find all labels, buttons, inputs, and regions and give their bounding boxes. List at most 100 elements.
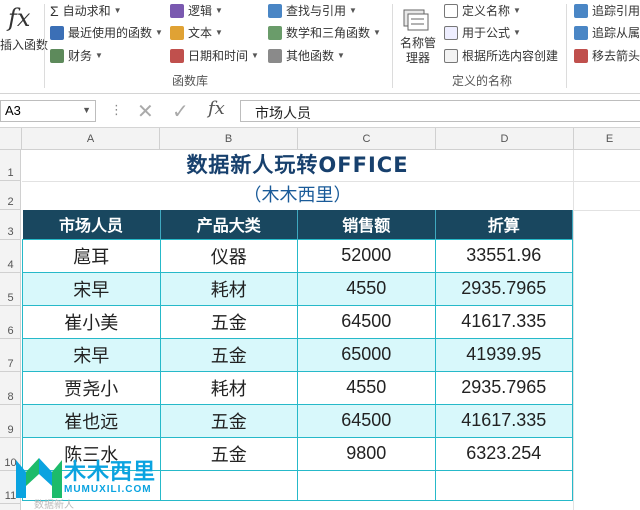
financial-button[interactable]: 财务 ▼	[50, 47, 103, 64]
table-cell[interactable]: 65000	[297, 337, 436, 372]
clock-icon	[170, 48, 184, 63]
table-cell[interactable]: 41939.95	[434, 337, 573, 372]
logical-icon	[170, 3, 184, 18]
remove-arrows-button[interactable]: 移去箭头	[574, 47, 640, 64]
table-cell[interactable]: 2935.7965	[434, 370, 573, 405]
table-cell[interactable]: 9800	[297, 436, 436, 471]
trace-dependents-button[interactable]: 追踪从属	[574, 24, 640, 41]
table-cell[interactable]: 41617.335	[434, 304, 573, 339]
row-header-3[interactable]: 3	[0, 210, 21, 240]
table-cell[interactable]: 耗材	[159, 271, 298, 306]
group-separator	[392, 4, 393, 88]
more-icon[interactable]: ⋮	[110, 102, 123, 118]
table-cell[interactable]	[159, 469, 298, 501]
name-manager-button[interactable]: 名称管理器	[398, 36, 438, 66]
table-cell[interactable]: 2935.7965	[434, 271, 573, 306]
column-header-e[interactable]: E	[574, 128, 640, 150]
lookup-button[interactable]: 查找与引用 ▼	[268, 2, 357, 19]
datetime-button[interactable]: 日期和时间 ▼	[170, 47, 259, 64]
watermark-subtitle: 数据新人	[34, 500, 74, 510]
chevron-down-icon: ▼	[95, 51, 103, 60]
table-cell[interactable]: 6323.254	[434, 436, 573, 471]
table-cell[interactable]: 41617.335	[434, 403, 573, 438]
table-cell[interactable]: 宋早	[22, 271, 161, 306]
chevron-down-icon: ▼	[349, 6, 357, 15]
recent-functions-button[interactable]: 最近使用的函数 ▼	[50, 24, 163, 41]
sheet-title[interactable]: 数据新人玩转OFFICE	[22, 150, 573, 180]
formula-bar: A3 ▼ ⋮ ✕ ✓ fx 市场人员	[0, 94, 640, 128]
table-cell[interactable]: 扈耳	[22, 238, 161, 273]
table-cell[interactable]: 64500	[297, 403, 436, 438]
row-header-1[interactable]: 1	[0, 150, 21, 181]
table-cell[interactable]: 耗材	[159, 370, 298, 405]
sheet-subtitle[interactable]: （木木西里）	[22, 181, 573, 209]
insert-function-button[interactable]: 插入函数	[0, 36, 48, 53]
chevron-down-icon[interactable]: ▼	[82, 105, 91, 115]
header-cell-category[interactable]: 产品大类	[160, 210, 298, 239]
table-cell[interactable]	[297, 469, 436, 501]
table-cell[interactable]: 4550	[297, 370, 436, 405]
row-header-9[interactable]: 9	[0, 405, 21, 438]
table-cell[interactable]: 五金	[159, 436, 298, 471]
header-cell-sales[interactable]: 销售额	[297, 210, 436, 239]
row-header-7[interactable]: 7	[0, 339, 21, 372]
column-headers: A B C D E	[0, 128, 640, 150]
sigma-icon: Σ	[50, 2, 59, 19]
row-header-4[interactable]: 4	[0, 240, 21, 273]
insert-function-icon[interactable]: fx	[208, 98, 225, 119]
formula-input[interactable]: 市场人员	[240, 100, 640, 122]
select-all-corner[interactable]	[0, 128, 22, 150]
table-cell[interactable]: 贾尧小	[22, 370, 161, 405]
table-cell[interactable]: 五金	[159, 337, 298, 372]
trace-dependents-icon	[574, 25, 588, 40]
lookup-icon	[268, 3, 282, 18]
table-cell[interactable]	[434, 469, 573, 501]
table-cell[interactable]: 五金	[159, 304, 298, 339]
column-header-b[interactable]: B	[160, 128, 298, 150]
formula-icon	[444, 25, 458, 40]
autosum-button[interactable]: Σ 自动求和 ▼	[50, 2, 122, 19]
table-cell[interactable]: 崔也远	[22, 403, 161, 438]
math-button[interactable]: 数学和三角函数 ▼	[268, 24, 381, 41]
chevron-down-icon: ▼	[215, 6, 223, 15]
star-icon	[50, 25, 64, 40]
column-header-a[interactable]: A	[22, 128, 160, 150]
header-cell-discount[interactable]: 折算	[435, 210, 573, 239]
table-cell[interactable]: 崔小美	[22, 304, 161, 339]
row-header-5[interactable]: 5	[0, 273, 21, 306]
row-header-2[interactable]: 2	[0, 181, 21, 210]
use-in-formula-button[interactable]: 用于公式 ▼	[444, 24, 521, 41]
function-library-group-label: 函数库	[172, 74, 209, 88]
chevron-down-icon: ▼	[215, 28, 223, 37]
group-separator	[44, 4, 45, 88]
logical-button[interactable]: 逻辑 ▼	[170, 2, 223, 19]
other-functions-button[interactable]: 其他函数 ▼	[268, 47, 345, 64]
define-name-button[interactable]: 定义名称 ▼	[444, 2, 521, 19]
trace-precedents-button[interactable]: 追踪引用	[574, 2, 640, 19]
check-icon[interactable]: ✓	[172, 99, 189, 124]
row-header-8[interactable]: 8	[0, 372, 21, 405]
financial-icon	[50, 48, 64, 63]
column-header-c[interactable]: C	[298, 128, 436, 150]
table-cell[interactable]: 4550	[297, 271, 436, 306]
table-cell[interactable]: 33551.96	[434, 238, 573, 273]
table-cell[interactable]: 宋早	[22, 337, 161, 372]
table-cell[interactable]: 52000	[297, 238, 436, 273]
cancel-icon[interactable]: ✕	[137, 99, 154, 124]
table-row: 扈耳 仪器 52000 33551.96	[22, 238, 573, 273]
table-cell[interactable]: 仪器	[159, 238, 298, 273]
trace-precedents-icon	[574, 3, 588, 18]
table-row: 宋早 五金 65000 41939.95	[22, 337, 573, 372]
table-cell[interactable]: 五金	[159, 403, 298, 438]
row-header-6[interactable]: 6	[0, 306, 21, 339]
insert-function-icon[interactable]: fx	[8, 4, 30, 32]
grid-icon	[444, 48, 458, 63]
header-cell-sales-person[interactable]: 市场人员	[22, 210, 161, 239]
table-cell[interactable]: 64500	[297, 304, 436, 339]
column-header-d[interactable]: D	[436, 128, 574, 150]
text-button[interactable]: 文本 ▼	[170, 24, 223, 41]
name-manager-icon[interactable]	[402, 6, 430, 32]
name-box[interactable]: A3 ▼	[0, 100, 96, 122]
create-from-selection-button[interactable]: 根据所选内容创建	[444, 47, 558, 64]
chevron-down-icon: ▼	[513, 28, 521, 37]
